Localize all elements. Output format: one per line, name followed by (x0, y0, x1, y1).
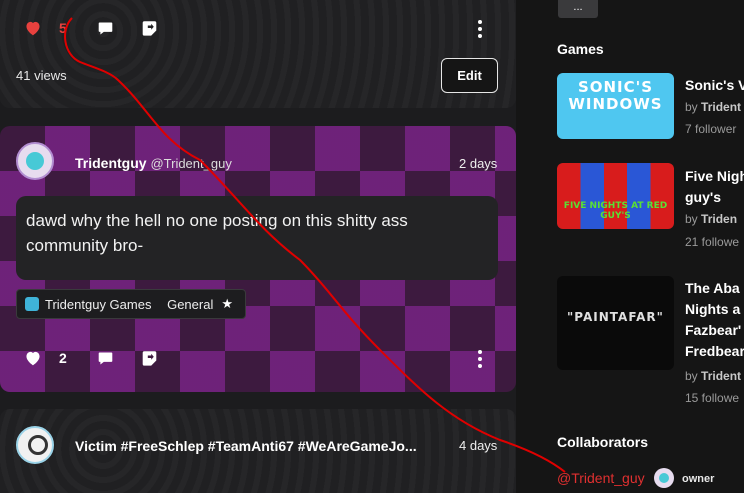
game-by-label: by (685, 369, 698, 383)
post-author[interactable]: Victim #FreeSchlep #TeamAnti67 #WeAreGam… (75, 438, 417, 454)
sidebar: ... Games SONIC'S WINDOWS Sonic's V by T… (516, 0, 744, 493)
like-count: 5 (59, 20, 67, 36)
game-title-line[interactable]: Fredbear (685, 341, 744, 362)
author-name[interactable]: Tridentguy (75, 155, 147, 171)
more-options-icon[interactable] (477, 350, 483, 368)
collaborator-name[interactable]: @Trident_guy (557, 470, 645, 486)
share-icon (142, 351, 157, 366)
like-button[interactable] (24, 350, 42, 366)
more-options-icon[interactable] (477, 20, 483, 38)
share-icon (142, 21, 157, 36)
feed: 5 41 views Edit Tridentguy @Trident_guy … (0, 0, 516, 493)
game-owner-name[interactable]: Trident (701, 100, 741, 114)
heart-icon (26, 21, 40, 36)
game-thumbnail[interactable]: "PAINTAFAR" (557, 276, 674, 370)
game-tag[interactable]: Tridentguy Games (45, 297, 151, 312)
game-thumbnail[interactable]: FIVE NIGHTS AT RED GUY'S (557, 163, 674, 229)
game-owner-name[interactable]: Trident (701, 369, 741, 383)
post-author[interactable]: Tridentguy @Trident_guy (75, 155, 232, 171)
game-owner: by Trident (685, 100, 741, 114)
game-title-line[interactable]: The Aba (685, 278, 744, 299)
game-owner-name[interactable]: Triden (701, 212, 737, 226)
game-title-line[interactable]: Five Nigh (685, 166, 744, 187)
post-card: 5 41 views Edit (0, 0, 516, 108)
game-owner: by Trident (685, 369, 741, 383)
heart-icon (26, 351, 40, 366)
post-card: Tridentguy @Trident_guy 2 days dawd why … (0, 126, 516, 392)
comment-button[interactable] (97, 350, 114, 367)
comment-icon (98, 352, 113, 365)
avatar[interactable] (16, 426, 54, 464)
like-button[interactable] (24, 20, 42, 36)
comment-icon (98, 22, 113, 35)
game-followers: 15 followe (685, 391, 740, 405)
game-thumbnail[interactable]: SONIC'S WINDOWS (557, 73, 674, 139)
post-timestamp: 4 days (459, 438, 498, 453)
like-count: 2 (59, 350, 67, 366)
game-title[interactable]: Five Nigh guy's (685, 166, 744, 208)
share-button[interactable] (141, 19, 158, 37)
author-handle[interactable]: @Trident_guy (150, 156, 231, 171)
post-card: Victim #FreeSchlep #TeamAnti67 #WeAreGam… (0, 409, 516, 493)
post-tags: Tridentguy Games General ★ (16, 289, 246, 319)
game-title-line[interactable]: guy's (685, 187, 744, 208)
share-button[interactable] (141, 349, 158, 367)
collaborator-avatar[interactable] (654, 468, 674, 488)
game-thumbnail-text: SONIC'S WINDOWS (568, 78, 663, 113)
view-count: 41 views (16, 68, 67, 83)
game-thumbnail-text: "PAINTAFAR" (567, 310, 664, 324)
game-followers: 21 followe (685, 235, 740, 249)
game-tag-icon (25, 297, 39, 311)
game-followers: 7 follower (685, 122, 737, 136)
games-heading: Games (557, 41, 604, 57)
post-timestamp: 2 days (459, 156, 498, 171)
game-title[interactable]: The Aba Nights a Fazbear' Fredbear (685, 278, 744, 362)
post-body: dawd why the hell no one posting on this… (16, 196, 498, 280)
category-tag[interactable]: General (167, 297, 213, 312)
game-by-label: by (685, 212, 698, 226)
avatar[interactable] (16, 142, 54, 180)
game-owner: by Triden (685, 212, 737, 226)
game-title-line[interactable]: Fazbear' (685, 320, 744, 341)
game-title-line[interactable]: Nights a (685, 299, 744, 320)
game-by-label: by (685, 100, 698, 114)
tag-separator (157, 297, 161, 312)
star-icon[interactable]: ★ (221, 296, 233, 312)
more-button[interactable]: ... (558, 0, 598, 18)
collaborators-heading: Collaborators (557, 434, 649, 450)
comment-button[interactable] (97, 20, 114, 37)
game-title[interactable]: Sonic's V (685, 75, 744, 96)
game-thumbnail-text: FIVE NIGHTS AT RED GUY'S (563, 201, 668, 221)
edit-button[interactable]: Edit (441, 58, 498, 93)
game-title-line[interactable]: Sonic's V (685, 75, 744, 96)
collaborator-role: owner (682, 473, 715, 485)
